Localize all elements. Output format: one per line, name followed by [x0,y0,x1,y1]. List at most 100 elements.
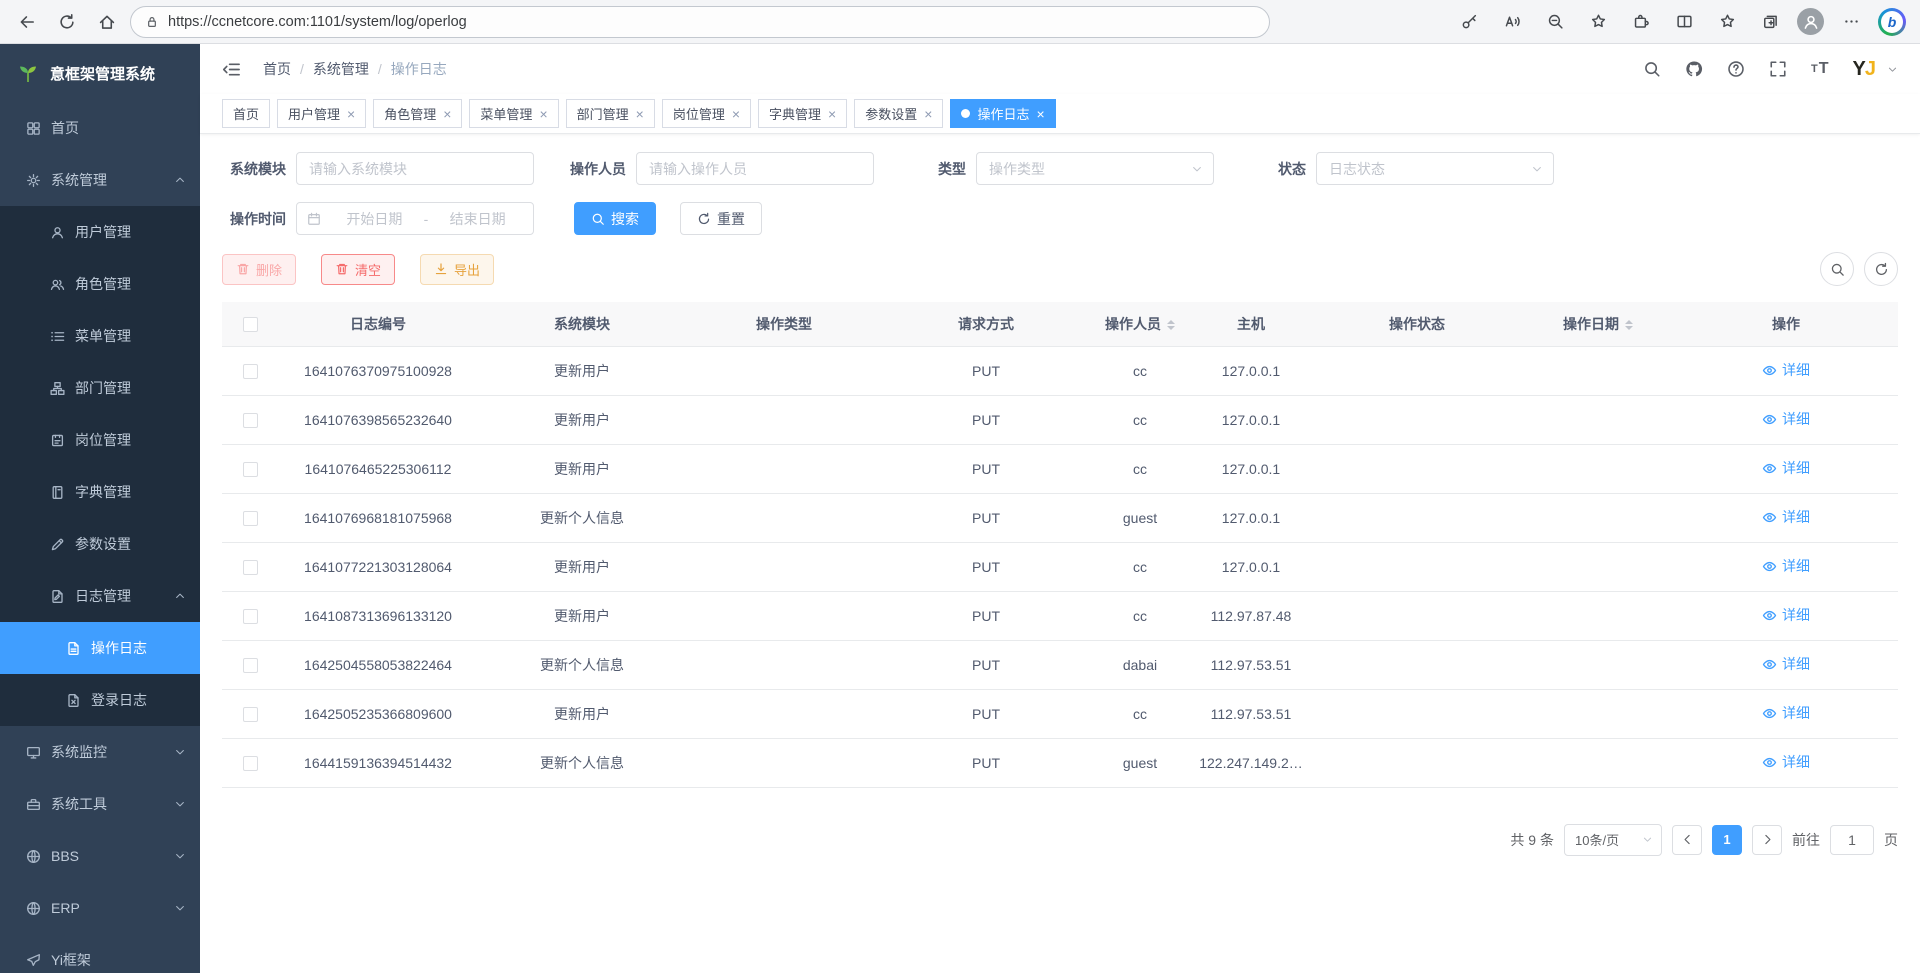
sidebar-item-label: 角色管理 [75,274,131,294]
sidebar-item-system-management[interactable]: 系统管理 [0,154,200,206]
github-icon[interactable] [1685,60,1703,78]
sidebar-item-dept-management[interactable]: 部门管理 [0,362,200,414]
profile-avatar[interactable] [1797,8,1824,35]
cell-operator: cc [1090,346,1190,395]
question-icon[interactable] [1727,60,1745,78]
sidebar-item-log-management[interactable]: 日志管理 [0,570,200,622]
zoom-out-icon[interactable] [1539,5,1571,39]
row-checkbox[interactable] [243,609,258,624]
table-search-button[interactable] [1820,252,1854,286]
date-range-input[interactable]: 开始日期 - 结束日期 [296,202,534,235]
favorites-bar-icon[interactable] [1711,5,1743,39]
tab-operation-log[interactable]: 操作日志× [950,99,1055,128]
page-1-button[interactable]: 1 [1712,825,1742,855]
detail-link[interactable]: 详细 [1762,556,1810,576]
detail-link[interactable]: 详细 [1762,409,1810,429]
close-icon[interactable]: × [539,107,547,121]
type-select[interactable]: 操作类型 [976,152,1214,185]
module-input[interactable] [296,152,534,185]
home-icon[interactable] [90,5,124,39]
row-checkbox[interactable] [243,756,258,771]
more-icon[interactable] [1835,5,1867,39]
address-bar[interactable]: https://ccnetcore.com:1101/system/log/op… [130,6,1270,38]
detail-link[interactable]: 详细 [1762,703,1810,723]
export-button[interactable]: 导出 [420,254,494,285]
row-checkbox[interactable] [243,413,258,428]
close-icon[interactable]: × [924,107,932,121]
tab-role-management[interactable]: 角色管理× [373,99,462,128]
close-icon[interactable]: × [732,107,740,121]
font-size-icon[interactable]: TT [1811,60,1829,78]
detail-link[interactable]: 详细 [1762,605,1810,625]
row-checkbox[interactable] [243,364,258,379]
tab-dept-management[interactable]: 部门管理× [566,99,655,128]
goto-page-input[interactable] [1830,825,1874,855]
detail-link[interactable]: 详细 [1762,654,1810,674]
sidebar-item-operation-log[interactable]: 操作日志 [0,622,200,674]
close-icon[interactable]: × [1036,107,1044,121]
table-refresh-button[interactable] [1864,252,1898,286]
fullscreen-icon[interactable] [1769,60,1787,78]
breadcrumb-item[interactable]: 首页 [263,59,291,79]
detail-link[interactable]: 详细 [1762,507,1810,527]
hamburger-icon[interactable] [222,60,241,79]
select-all-checkbox[interactable] [243,317,258,332]
key-icon[interactable] [1453,5,1485,39]
sidebar-item-bbs[interactable]: BBS [0,830,200,882]
close-icon[interactable]: × [636,107,644,121]
favorite-add-icon[interactable] [1582,5,1614,39]
reset-button[interactable]: 重置 [680,202,762,235]
sidebar-item-role-management[interactable]: 角色管理 [0,258,200,310]
operator-input[interactable] [636,152,874,185]
search-icon[interactable] [1643,60,1661,78]
sidebar-item-login-log[interactable]: 登录日志 [0,674,200,726]
page-size-select[interactable]: 10条/页 [1564,824,1662,856]
row-checkbox[interactable] [243,707,258,722]
tab-dict-management[interactable]: 字典管理× [758,99,847,128]
app-logo[interactable]: 意框架管理系统 [0,44,200,102]
refresh-icon[interactable] [50,5,84,39]
status-select[interactable]: 日志状态 [1316,152,1554,185]
sidebar-item-system-monitor[interactable]: 系统监控 [0,726,200,778]
sidebar-item-home[interactable]: 首页 [0,102,200,154]
sort-carets-icon[interactable] [1625,316,1633,334]
close-icon[interactable]: × [443,107,451,121]
sidebar-item-dict-management[interactable]: 字典管理 [0,466,200,518]
breadcrumb-item[interactable]: 系统管理 [313,59,369,79]
chevron-down-icon[interactable] [1887,64,1898,81]
sidebar-item-yi-framework[interactable]: Yi框架 [0,934,200,973]
row-checkbox[interactable] [243,658,258,673]
next-page-button[interactable] [1752,825,1782,855]
row-checkbox[interactable] [243,511,258,526]
tab-menu-management[interactable]: 菜单管理× [469,99,558,128]
detail-link[interactable]: 详细 [1762,360,1810,380]
sidebar-item-user-management[interactable]: 用户管理 [0,206,200,258]
search-button[interactable]: 搜索 [574,202,656,235]
delete-button[interactable]: 删除 [222,254,296,285]
tab-home[interactable]: 首页 [222,99,270,128]
sidebar-item-menu-management[interactable]: 菜单管理 [0,310,200,362]
close-icon[interactable]: × [828,107,836,121]
tab-param-settings[interactable]: 参数设置× [854,99,943,128]
user-avatar-logo[interactable]: YJ [1853,58,1875,81]
sidebar-item-system-tools[interactable]: 系统工具 [0,778,200,830]
back-icon[interactable] [10,5,44,39]
sidebar-item-param-settings[interactable]: 参数设置 [0,518,200,570]
sidebar-item-erp[interactable]: ERP [0,882,200,934]
sort-carets-icon[interactable] [1167,316,1175,334]
prev-page-button[interactable] [1672,825,1702,855]
close-icon[interactable]: × [347,107,355,121]
collections-icon[interactable] [1754,5,1786,39]
sidebar-item-post-management[interactable]: 岗位管理 [0,414,200,466]
clear-button[interactable]: 清空 [321,254,395,285]
detail-link[interactable]: 详细 [1762,458,1810,478]
read-aloud-icon[interactable] [1496,5,1528,39]
detail-link[interactable]: 详细 [1762,752,1810,772]
row-checkbox[interactable] [243,462,258,477]
split-screen-icon[interactable] [1668,5,1700,39]
tab-post-management[interactable]: 岗位管理× [662,99,751,128]
tab-user-management[interactable]: 用户管理× [277,99,366,128]
row-checkbox[interactable] [243,560,258,575]
bing-icon[interactable]: b [1878,8,1906,36]
extensions-icon[interactable] [1625,5,1657,39]
